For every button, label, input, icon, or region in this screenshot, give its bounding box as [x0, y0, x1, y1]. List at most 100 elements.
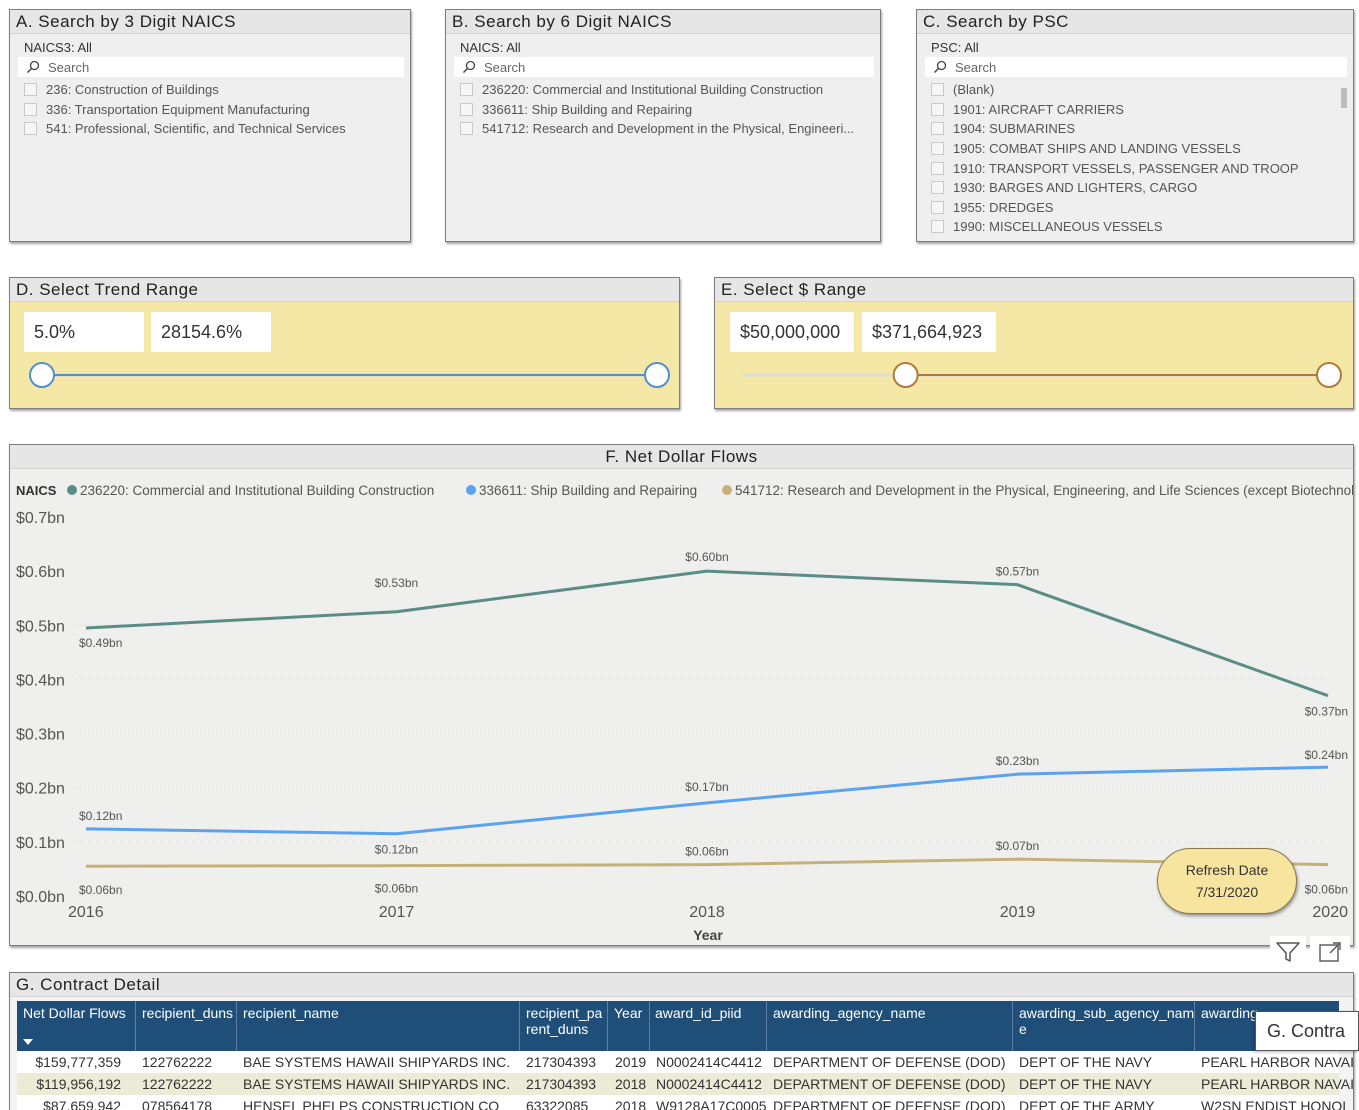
slicer-item-label: 541712: Research and Development in the …	[482, 121, 855, 137]
column-header[interactable]: Net Dollar Flows	[23, 1005, 126, 1021]
refresh-date: 7/31/2020	[1195, 884, 1259, 900]
table-cell: BAE SYSTEMS HAWAII SHIPYARDS INC.	[243, 1054, 511, 1070]
column-header[interactable]: recipient_name	[243, 1005, 339, 1021]
filter-icon	[1276, 942, 1300, 962]
column-header[interactable]: recipient_duns	[142, 1005, 233, 1021]
checkbox[interactable]	[931, 181, 944, 195]
filter-button[interactable]	[1270, 936, 1306, 968]
slicer-item[interactable]: 236: Construction of Buildings	[24, 80, 410, 100]
series-line	[85, 857, 1329, 868]
slicer-item[interactable]: 1930: BARGES AND LIGHTERS, CARGO	[931, 178, 1353, 198]
panel-title: B. Search by 6 Digit NAICS	[446, 10, 880, 34]
checkbox[interactable]	[931, 161, 944, 175]
table-cell: 63322085	[526, 1098, 589, 1110]
table-cell: BAE SYSTEMS HAWAII SHIPYARDS INC.	[243, 1076, 511, 1092]
column-header[interactable]: Year	[614, 1005, 642, 1021]
checkbox[interactable]	[931, 200, 944, 214]
legend-marker	[466, 485, 476, 495]
checkbox[interactable]	[460, 83, 473, 97]
slicer-item[interactable]: 541712: Research and Development in the …	[460, 119, 880, 139]
data-label: $0.06bn	[375, 882, 418, 896]
slicer-item-label: 541: Professional, Scientific, and Techn…	[46, 121, 346, 137]
column-header[interactable]: awarding_agency_name	[773, 1005, 926, 1021]
slicer-item-label: 236220: Commercial and Institutional Bui…	[482, 82, 824, 98]
data-label: $0.49bn	[79, 636, 122, 650]
expand-icon	[1319, 942, 1341, 962]
column-header[interactable]: award_id_piid	[655, 1005, 741, 1021]
data-label: $0.12bn	[79, 809, 122, 823]
column-header[interactable]: recipient_pa rent_duns	[526, 1005, 616, 1037]
data-label: $0.53bn	[375, 576, 418, 590]
checkbox[interactable]	[24, 83, 37, 97]
legend-item: 541712: Research and Development in the …	[735, 483, 1354, 498]
column-header[interactable]: awarding_sub_agency_nam e	[1019, 1005, 1194, 1037]
x-axis: 2016 2017 2018 2019 2020 Year	[68, 904, 1348, 943]
slicer-item-label: 1990: MISCELLANEOUS VESSELS	[953, 219, 1163, 235]
legend-title: NAICS	[16, 483, 57, 498]
slicer-header: NAICS: All	[460, 40, 521, 55]
checkbox[interactable]	[460, 122, 473, 136]
legend-marker	[67, 485, 77, 495]
column-divider	[519, 1001, 520, 1053]
search-input[interactable]: Search	[925, 57, 1347, 77]
panel-title: E. Select $ Range	[715, 278, 1353, 302]
slicer-item[interactable]: 336611: Ship Building and Repairing	[460, 100, 880, 120]
table-row[interactable]: $119,956,192 122762222 BAE SYSTEMS HAWAI…	[17, 1073, 1353, 1095]
table-cell: DEPARTMENT OF DEFENSE (DOD)	[773, 1054, 1006, 1070]
slicer-item[interactable]: (Blank)	[931, 80, 1353, 100]
table-cell: 078564178	[142, 1098, 213, 1110]
checkbox[interactable]	[931, 83, 944, 97]
table-cell: 122762222	[142, 1054, 213, 1070]
scrollbar[interactable]	[1341, 88, 1347, 108]
refresh-date-badge: Refresh Date 7/31/2020	[1157, 848, 1297, 914]
legend-item: 336611: Ship Building and Repairing	[479, 483, 697, 498]
slicer-item[interactable]: 1990: MISCELLANEOUS VESSELS	[931, 217, 1353, 237]
range-slider[interactable]	[10, 302, 680, 409]
slicer-item[interactable]: 541: Professional, Scientific, and Techn…	[24, 119, 410, 139]
slicer-item[interactable]: 236220: Commercial and Institutional Bui…	[460, 80, 880, 100]
checkbox[interactable]	[931, 142, 944, 156]
range-slider[interactable]	[715, 302, 1354, 409]
slicer-item[interactable]: 1904: SUBMARINES	[931, 119, 1353, 139]
data-label: $0.06bn	[1305, 883, 1348, 897]
slicer-item-label: 1955: DREDGES	[953, 199, 1054, 215]
focus-mode-button[interactable]	[1310, 936, 1350, 968]
range-body: $50,000,000 $371,664,923	[715, 302, 1353, 408]
slicer-item[interactable]: 1901: AIRCRAFT CARRIERS	[931, 100, 1353, 120]
legend-item: 236220: Commercial and Institutional Bui…	[80, 483, 434, 498]
slider-handle-high[interactable]	[1316, 362, 1342, 388]
slider-handle-high[interactable]	[644, 362, 670, 388]
table-cell: DEPT OF THE ARMY	[1019, 1098, 1155, 1110]
slicer-item[interactable]: 336: Transportation Equipment Manufactur…	[24, 100, 410, 120]
x-tick-label: 2018	[689, 904, 725, 921]
x-tick-label: 2016	[68, 904, 104, 921]
range-body: 5.0% 28154.6%	[10, 302, 679, 408]
legend-marker	[722, 485, 732, 495]
slicer-item[interactable]: 1955: DREDGES	[931, 198, 1353, 218]
checkbox[interactable]	[931, 102, 944, 116]
column-divider	[649, 1001, 650, 1053]
y-axis: $0.0bn $0.1bn $0.2bn $0.3bn $0.4bn $0.5bn $0.6…	[16, 510, 65, 906]
table-cell: W9128A17C0005	[656, 1098, 767, 1110]
slicer-item[interactable]: 1905: COMBAT SHIPS AND LANDING VESSELS	[931, 139, 1353, 159]
y-tick-label: $0.6bn	[16, 564, 65, 581]
search-input[interactable]: Search	[18, 57, 404, 77]
search-input[interactable]: Search	[454, 57, 874, 77]
slicer-item-label: 336: Transportation Equipment Manufactur…	[46, 101, 310, 117]
table-cell: DEPT OF THE NAVY	[1019, 1076, 1153, 1092]
search-placeholder: Search	[48, 59, 90, 75]
tooltip-contract-detail: G. Contra	[1255, 1011, 1359, 1051]
checkbox[interactable]	[24, 102, 37, 116]
table-row[interactable]: $87,659,942 078564178 HENSEL PHELPS CONS…	[17, 1095, 1350, 1110]
slicer-item[interactable]: 1910: TRANSPORT VESSELS, PASSENGER AND T…	[931, 158, 1353, 178]
table-cell: HENSEL PHELPS CONSTRUCTION CO	[243, 1098, 500, 1110]
slider-handle-low[interactable]	[29, 362, 55, 388]
checkbox[interactable]	[460, 102, 473, 116]
column-divider	[236, 1001, 237, 1053]
slider-handle-low[interactable]	[892, 362, 919, 388]
table-row[interactable]: $159,777,359 122762222 BAE SYSTEMS HAWAI…	[17, 1051, 1353, 1073]
checkbox[interactable]	[931, 220, 944, 234]
sort-desc-icon[interactable]	[23, 1039, 33, 1045]
checkbox[interactable]	[24, 122, 37, 136]
checkbox[interactable]	[931, 122, 944, 136]
